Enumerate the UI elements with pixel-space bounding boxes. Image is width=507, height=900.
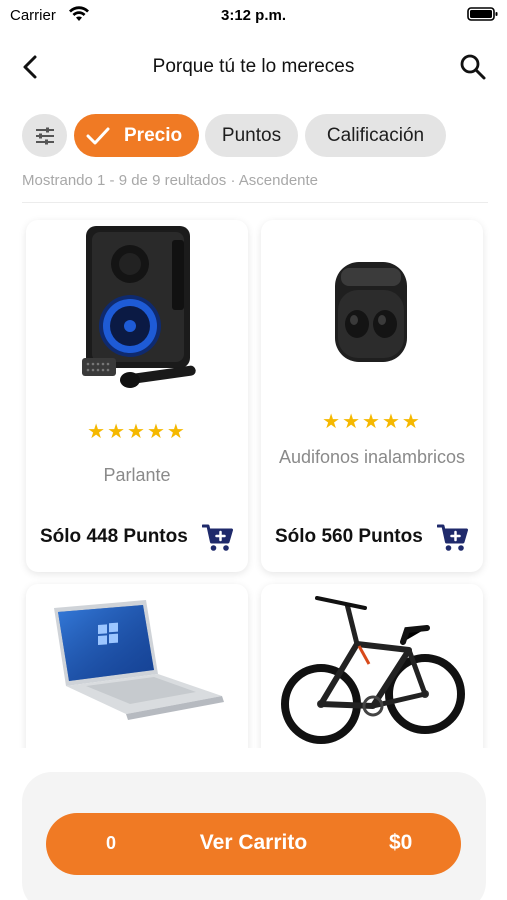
sliders-icon (36, 127, 54, 145)
product-name: Parlante (103, 465, 171, 485)
view-cart-button[interactable]: 0 Ver Carrito $0 (46, 813, 461, 875)
page-title: Porque tú te lo mereces (152, 56, 355, 77)
filter-chip-precio[interactable]: Precio (74, 114, 199, 157)
product-card[interactable] (261, 584, 483, 748)
check-icon (86, 127, 110, 145)
product-grid: ★★★★★ Parlante Sólo 448 Puntos ★★★★★ Aud… (0, 203, 507, 748)
results-summary: Mostrando 1 - 9 de 9 reultados · Ascende… (22, 172, 319, 189)
clock-time: 3:12 p.m. (220, 7, 287, 24)
filter-chip-precio-label: Precio (124, 125, 183, 146)
rating-stars: ★★★★★ (87, 421, 187, 443)
product-price: Sólo 560 Puntos (275, 526, 423, 547)
product-card[interactable] (26, 584, 248, 748)
add-to-cart-button[interactable] (436, 523, 469, 553)
laptop-image (54, 600, 224, 720)
bicycle-image (281, 596, 465, 744)
product-name: Audifonos inalambricos (278, 447, 466, 467)
nav-header: Porque tú te lo mereces (0, 42, 507, 90)
product-price: Sólo 448 Puntos (40, 526, 188, 547)
search-button[interactable] (456, 50, 490, 84)
product-card[interactable]: ★★★★★ Audifonos inalambricos Sólo 560 Pu… (261, 220, 483, 572)
status-bar: Carrier 3:12 p.m. (0, 0, 507, 32)
rating-stars: ★★★★★ (322, 411, 422, 433)
filter-settings-button[interactable] (22, 114, 67, 157)
filter-bar: Precio Puntos Calificación (22, 114, 492, 158)
speaker-image (82, 226, 196, 388)
search-icon (460, 54, 486, 80)
add-to-cart-button[interactable] (201, 523, 234, 553)
cart-plus-icon (201, 524, 233, 551)
cart-total: $0 (389, 831, 413, 854)
cart-plus-icon (436, 524, 468, 551)
filter-chip-calificacion[interactable]: Calificación (305, 114, 446, 157)
product-card[interactable]: ★★★★★ Parlante Sólo 448 Puntos (26, 220, 248, 572)
earbuds-image (335, 262, 407, 362)
battery-icon (467, 7, 498, 21)
filter-chip-puntos[interactable]: Puntos (205, 114, 298, 157)
